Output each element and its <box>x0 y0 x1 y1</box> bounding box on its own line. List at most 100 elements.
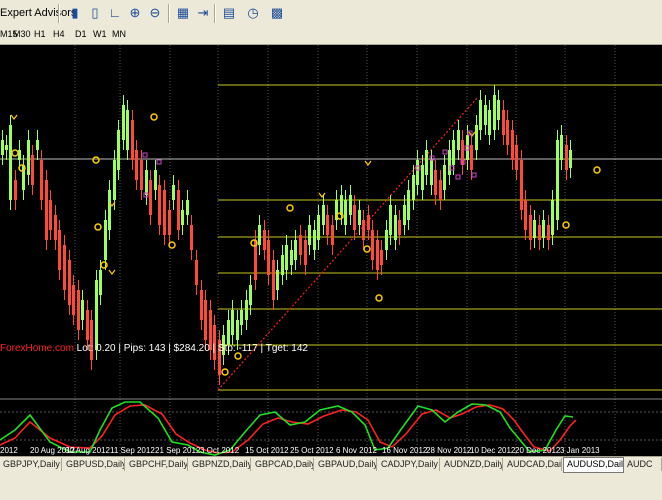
chart-tab[interactable]: GBPNZD,Daily <box>189 458 251 471</box>
bear-candle <box>520 160 523 210</box>
timeframe-h4[interactable]: H4 <box>53 29 65 39</box>
bear-candle <box>58 230 61 270</box>
signal-arrow-icon <box>10 114 18 120</box>
signal-arrow-icon <box>108 269 116 275</box>
toolbar-separator <box>58 4 60 23</box>
timeframe-mn[interactable]: MN <box>112 29 126 39</box>
chart-tab[interactable]: AUDUSD,Daily <box>563 457 624 473</box>
templates-icon[interactable]: ▩ <box>268 4 286 22</box>
bull-candle <box>36 140 39 150</box>
bear-candle <box>367 215 370 230</box>
bull-candle <box>122 105 125 140</box>
chart-tab[interactable]: AUDC <box>624 458 662 471</box>
bear-candle <box>31 155 34 185</box>
bear-candle <box>40 160 43 200</box>
bear-candle <box>163 190 166 235</box>
chart-tab[interactable]: AUDCAD,Daily <box>504 458 562 471</box>
bull-candle <box>18 150 21 160</box>
bear-candle <box>140 160 143 190</box>
signal-arrow-icon <box>364 160 372 166</box>
bull-candle <box>108 190 111 230</box>
bull-candle <box>104 220 107 260</box>
bull-candle <box>1 140 4 155</box>
bull-candle <box>349 195 352 215</box>
bull-candle <box>249 285 252 305</box>
chart-tab[interactable]: GBPCAD,Daily <box>252 458 314 471</box>
chart-candle-icon[interactable]: ▯ <box>86 4 104 22</box>
bear-candle <box>68 260 71 305</box>
x-axis-label: 3 Jan 2013 <box>560 446 600 455</box>
bull-candle <box>385 230 388 250</box>
bull-candle <box>416 160 419 185</box>
pattern-marker-icon <box>471 172 477 178</box>
bull-candle <box>457 130 460 150</box>
timeframe-h1[interactable]: H1 <box>34 29 46 39</box>
bear-candle <box>331 225 334 245</box>
bull-candle <box>245 300 248 320</box>
indicators-icon[interactable]: ▤ <box>220 4 238 22</box>
bull-candle <box>560 135 563 160</box>
zoom-out-icon[interactable]: ⊖ <box>146 4 164 22</box>
fractal-circle-icon <box>221 368 229 376</box>
bear-candle <box>63 245 66 290</box>
pattern-marker-icon <box>442 149 448 155</box>
fractal-circle-icon <box>375 294 383 302</box>
bear-candle <box>362 220 365 240</box>
bull-candle <box>425 150 428 175</box>
timeframe-w1[interactable]: W1 <box>93 29 107 39</box>
chart-tab[interactable]: AUDNZD,Daily <box>441 458 503 471</box>
x-axis-label: 30 Aug 2012 <box>65 446 110 455</box>
main-toolbar: Expert Advisors ▮ ▯ ∟ ⊕ ⊖ ▦ ⇥ ▤ ◷ ▩ <box>0 0 662 28</box>
bull-candle <box>154 170 157 190</box>
bull-candle <box>488 110 491 135</box>
x-axis-label: 10 Dec 2012 <box>470 446 516 455</box>
bull-candle <box>186 200 189 215</box>
bull-candle <box>281 255 284 275</box>
expert-advisors-button[interactable]: Expert Advisors <box>0 7 76 19</box>
chart-tab[interactable]: GBPCHF,Daily <box>126 458 188 471</box>
bull-candle <box>308 225 311 245</box>
bear-candle <box>380 250 383 265</box>
timeframe-d1[interactable]: D1 <box>75 29 87 39</box>
bull-candle <box>322 205 325 225</box>
bull-candle <box>317 215 320 240</box>
bear-candle <box>168 210 171 235</box>
x-axis-label: 25 Oct 2012 <box>290 446 334 455</box>
periods-icon[interactable]: ◷ <box>244 4 262 22</box>
bear-candle <box>529 215 532 240</box>
tile-icon[interactable]: ▦ <box>174 4 192 22</box>
pattern-marker-icon <box>156 159 162 165</box>
bull-candle <box>452 140 455 165</box>
pattern-marker-icon <box>142 152 148 158</box>
chart-line-icon[interactable]: ∟ <box>106 4 124 22</box>
fractal-circle-icon <box>94 223 102 231</box>
chart-tabs: GBPJPY,Daily GBPUSD,Daily GBPCHF,Daily GBPN… <box>0 456 662 473</box>
bull-candle <box>290 250 293 265</box>
x-axis-label: 28 Nov 2012 <box>426 446 472 455</box>
bull-candle <box>412 175 415 200</box>
chart-tab[interactable]: GBPAUD,Daily <box>315 458 377 471</box>
zoom-in-icon[interactable]: ⊕ <box>126 4 144 22</box>
bear-candle <box>502 110 505 135</box>
x-axis-label: 3 Oct 2012 <box>200 446 240 455</box>
timeframe-m30[interactable]: M30 <box>13 29 31 39</box>
chart-bar-icon[interactable]: ▮ <box>66 4 84 22</box>
bull-candle <box>394 215 397 240</box>
bear-candle <box>299 235 302 255</box>
bull-candle <box>389 205 392 235</box>
chart-tab[interactable]: CADJPY,Daily <box>378 458 440 471</box>
bull-candle <box>344 200 347 225</box>
chart-tab[interactable]: GBPJPY,Daily <box>0 458 62 471</box>
bear-candle <box>200 290 203 320</box>
bull-candle <box>81 300 84 320</box>
timeframes-toolbar: M15 M30 H1 H4 D1 W1 MN <box>0 27 662 45</box>
bull-candle <box>313 230 316 250</box>
bull-candle <box>484 105 487 125</box>
chart-tab[interactable]: GBPUSD,Daily <box>63 458 125 471</box>
x-axis-label: 2012 <box>0 446 18 455</box>
autoscroll-icon[interactable]: ⇥ <box>194 4 212 22</box>
bear-candle <box>376 240 379 270</box>
bull-candle <box>475 125 478 150</box>
price-chart[interactable] <box>0 45 662 456</box>
bear-candle <box>565 145 568 170</box>
